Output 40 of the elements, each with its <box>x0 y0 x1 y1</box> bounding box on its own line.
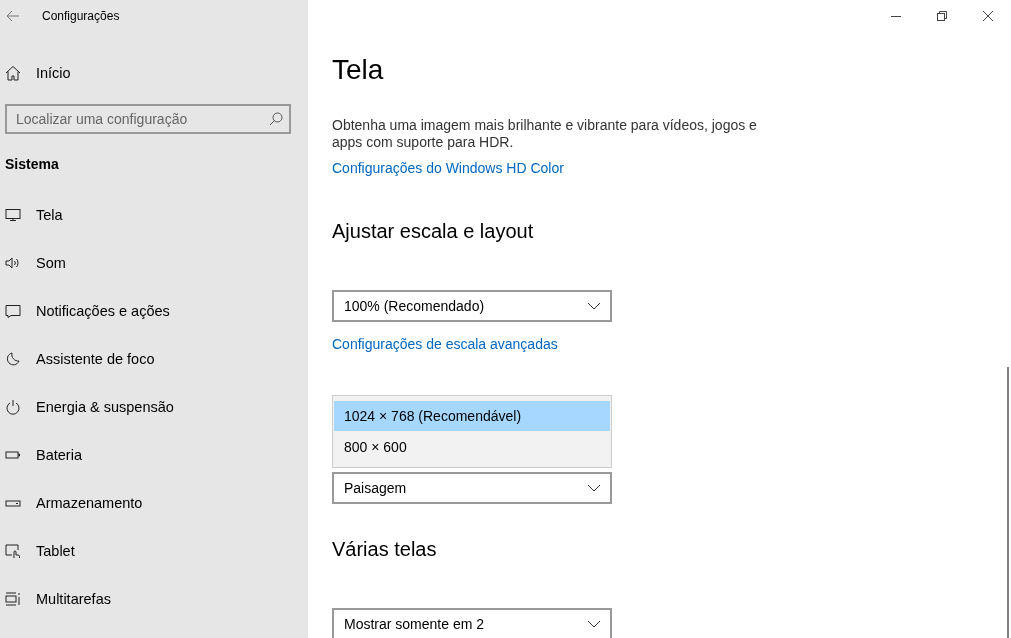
hdr-settings-link[interactable]: Configurações do Windows HD Color <box>332 159 564 178</box>
dropdown-option[interactable]: 1024 × 768 (Recomendável) <box>334 401 610 431</box>
sidebar-item[interactable]: Energia & suspensão <box>0 383 308 431</box>
restore-icon <box>937 11 947 21</box>
tablet-icon <box>5 543 21 559</box>
scale-dropdown[interactable]: 100% (Recomendado) <box>332 290 612 322</box>
sidebar-item[interactable]: Multitarefas <box>0 575 308 623</box>
search-icon <box>269 112 283 126</box>
back-arrow-icon[interactable] <box>6 10 20 22</box>
section-heading: Ajustar escala e layout <box>332 219 535 244</box>
scrollbar[interactable] <box>1007 367 1009 638</box>
dropdown-option[interactable]: 800 × 600 <box>334 432 610 462</box>
message-icon <box>5 303 21 319</box>
multiple-displays-dropdown[interactable]: Mostrar somente em 2 <box>332 608 612 638</box>
home-item[interactable]: Início <box>0 53 308 93</box>
chevron-down-icon <box>587 620 601 628</box>
speaker-icon <box>5 255 21 271</box>
section-heading: Sistema <box>5 156 60 174</box>
monitor-icon <box>5 207 21 223</box>
power-icon <box>5 399 21 415</box>
description-text: Obtenha uma imagem mais brilhante e vibrante para vídeos, jogos e apps com suporte para HDR. <box>332 117 758 151</box>
chevron-down-icon <box>587 484 601 492</box>
home-icon <box>5 65 21 81</box>
chevron-down-icon <box>587 302 601 310</box>
window-title: Configurações <box>42 9 120 23</box>
sidebar-item[interactable]: Armazenamento <box>0 479 308 527</box>
search-field[interactable]: Localizar uma configuração <box>5 104 291 134</box>
sidebar-item[interactable]: Assistente de foco <box>0 335 308 383</box>
close-icon <box>983 11 993 21</box>
sidebar-item[interactable]: Tablet <box>0 527 308 575</box>
multitask-icon <box>5 591 21 607</box>
section-heading: Várias telas <box>332 537 438 562</box>
orientation-dropdown[interactable]: Paisagem <box>332 472 612 504</box>
moon-icon <box>5 351 21 367</box>
sidebar-item[interactable]: Som <box>0 239 308 287</box>
advanced-scaling-link[interactable]: Configurações de escala avançadas <box>332 335 558 354</box>
sidebar-item[interactable]: Bateria <box>0 431 308 479</box>
sidebar-item[interactable]: Tela <box>0 191 308 239</box>
sidebar-item[interactable]: Notificações e ações <box>0 287 308 335</box>
page-title: Tela <box>332 53 385 87</box>
